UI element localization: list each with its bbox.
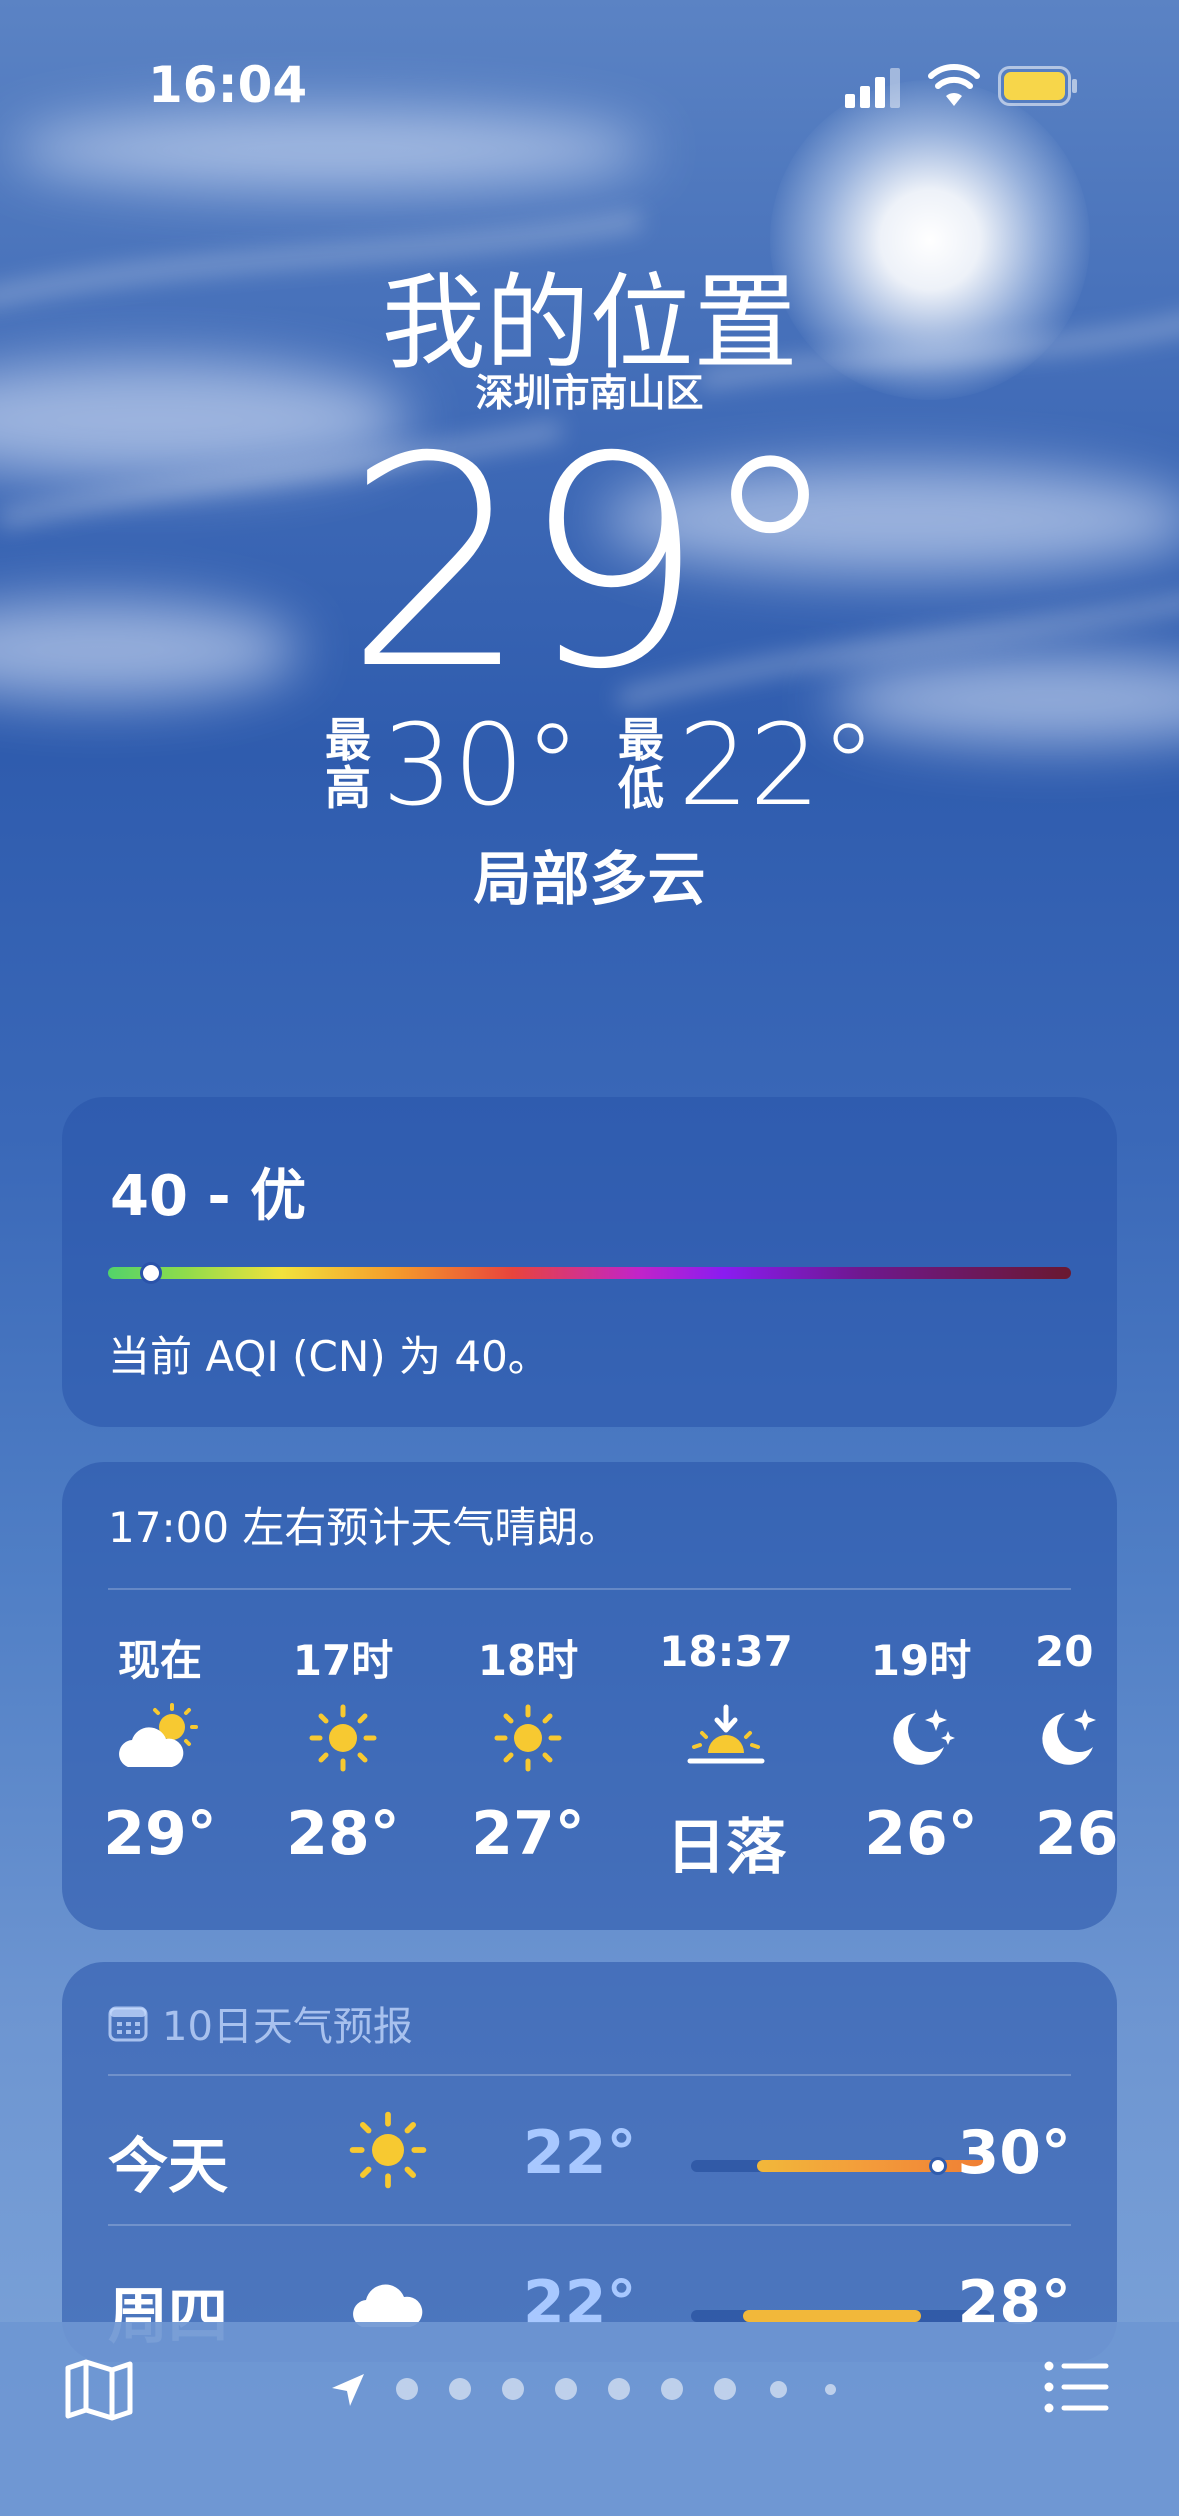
day-high-temperature: 30° xyxy=(957,2118,1072,2188)
hour-temperature: 27° xyxy=(471,1799,585,1869)
daily-row-today[interactable]: 今天 22° 30° xyxy=(108,2074,1071,2224)
hourly-item: 18:37 日落 xyxy=(646,1627,806,1886)
hourly-summary: 17:00 左右预计天气晴朗。 xyxy=(108,1503,621,1552)
page-indicator-dot[interactable] xyxy=(396,2378,418,2400)
sun-icon xyxy=(349,2111,427,2189)
hour-label: 18:37 xyxy=(659,1627,793,1676)
cellular-signal-icon xyxy=(845,68,900,108)
divider xyxy=(108,1588,1071,1590)
hour-temperature: 28° xyxy=(286,1799,400,1869)
status-time: 16:04 xyxy=(148,56,308,114)
sun-icon xyxy=(494,1704,562,1772)
bottom-toolbar xyxy=(0,2322,1179,2516)
page-indicator-dot[interactable] xyxy=(502,2378,524,2400)
page-indicator-dot[interactable] xyxy=(825,2384,836,2395)
calendar-icon xyxy=(108,2006,148,2042)
aqi-scale-bar xyxy=(108,1267,1071,1279)
daily-forecast-header: 10日天气预报 xyxy=(108,1994,413,2052)
aqi-indicator xyxy=(140,1262,162,1284)
hourly-item: 20 26 xyxy=(1035,1627,1117,1869)
hour-label: 20 xyxy=(1035,1627,1094,1676)
low-label: 最低 xyxy=(618,713,664,815)
high-temperature: 30° xyxy=(382,701,581,831)
moon-icon xyxy=(1042,1709,1096,1765)
sunset-icon xyxy=(687,1704,765,1764)
air-quality-card[interactable]: 40 - 优 当前 AQI (CN) 为 40。 xyxy=(62,1097,1117,1427)
wifi-icon xyxy=(928,64,980,106)
partly-cloudy-sun-icon xyxy=(119,1703,198,1767)
temperature-range-bar xyxy=(691,2157,991,2175)
hour-temperature: 26° xyxy=(864,1799,978,1869)
aqi-description: 当前 AQI (CN) 为 40。 xyxy=(108,1332,550,1381)
high-label: 最高 xyxy=(325,713,371,815)
page-indicator-dot[interactable] xyxy=(555,2378,577,2400)
hour-label: 现在 xyxy=(117,1636,202,1685)
page-indicator-dot[interactable] xyxy=(770,2381,787,2398)
list-icon[interactable] xyxy=(1044,2358,1110,2416)
sun-icon xyxy=(309,1704,377,1772)
hour-label: 17时 xyxy=(292,1636,394,1685)
current-temperature-marker xyxy=(929,2157,947,2175)
temperature-range-bar xyxy=(691,2310,991,2322)
hourly-item: 18时 27° xyxy=(448,1627,608,1869)
daily-forecast-card[interactable]: 10日天气预报 今天 22° 30° 周四 22° 28° xyxy=(62,1962,1117,2362)
page-indicator-dot[interactable] xyxy=(608,2378,630,2400)
hour-label: 18时 xyxy=(477,1636,579,1685)
hourly-item: 17时 28° xyxy=(263,1627,423,1869)
daily-header-label: 10日天气预报 xyxy=(162,2004,413,2050)
day-name: 今天 xyxy=(108,2132,228,2202)
page-indicator-dot[interactable] xyxy=(449,2378,471,2400)
page-indicator-dot[interactable] xyxy=(714,2378,736,2400)
map-icon[interactable] xyxy=(64,2358,134,2422)
current-temperature: 29° xyxy=(344,396,842,733)
battery-icon xyxy=(998,66,1077,106)
hourly-item: 现在 29° xyxy=(80,1627,240,1869)
hourly-item: 19时 26° xyxy=(841,1627,1001,1869)
location-arrow-icon[interactable] xyxy=(328,2370,368,2410)
hourly-forecast-card[interactable]: 17:00 左右预计天气晴朗。 现在 29° 17时 28° 18时 27° 1… xyxy=(62,1462,1117,1930)
hour-temperature: 26 xyxy=(1035,1799,1117,1869)
day-low-temperature: 22° xyxy=(523,2118,637,2188)
temperature-range-fill xyxy=(757,2160,991,2172)
high-low-row: 最高 30° 最低 22° xyxy=(0,701,1179,831)
hour-label: 19时 xyxy=(870,1636,972,1685)
hour-temperature: 日落 xyxy=(666,1813,786,1883)
page-indicator-dot[interactable] xyxy=(661,2378,683,2400)
hour-temperature: 29° xyxy=(103,1799,217,1869)
temperature-range-fill xyxy=(743,2310,921,2322)
low-temperature: 22° xyxy=(678,701,877,831)
aqi-title: 40 - 优 xyxy=(110,1164,307,1229)
weather-condition: 局部多云 xyxy=(473,845,706,913)
moon-stars-icon xyxy=(893,1709,955,1765)
